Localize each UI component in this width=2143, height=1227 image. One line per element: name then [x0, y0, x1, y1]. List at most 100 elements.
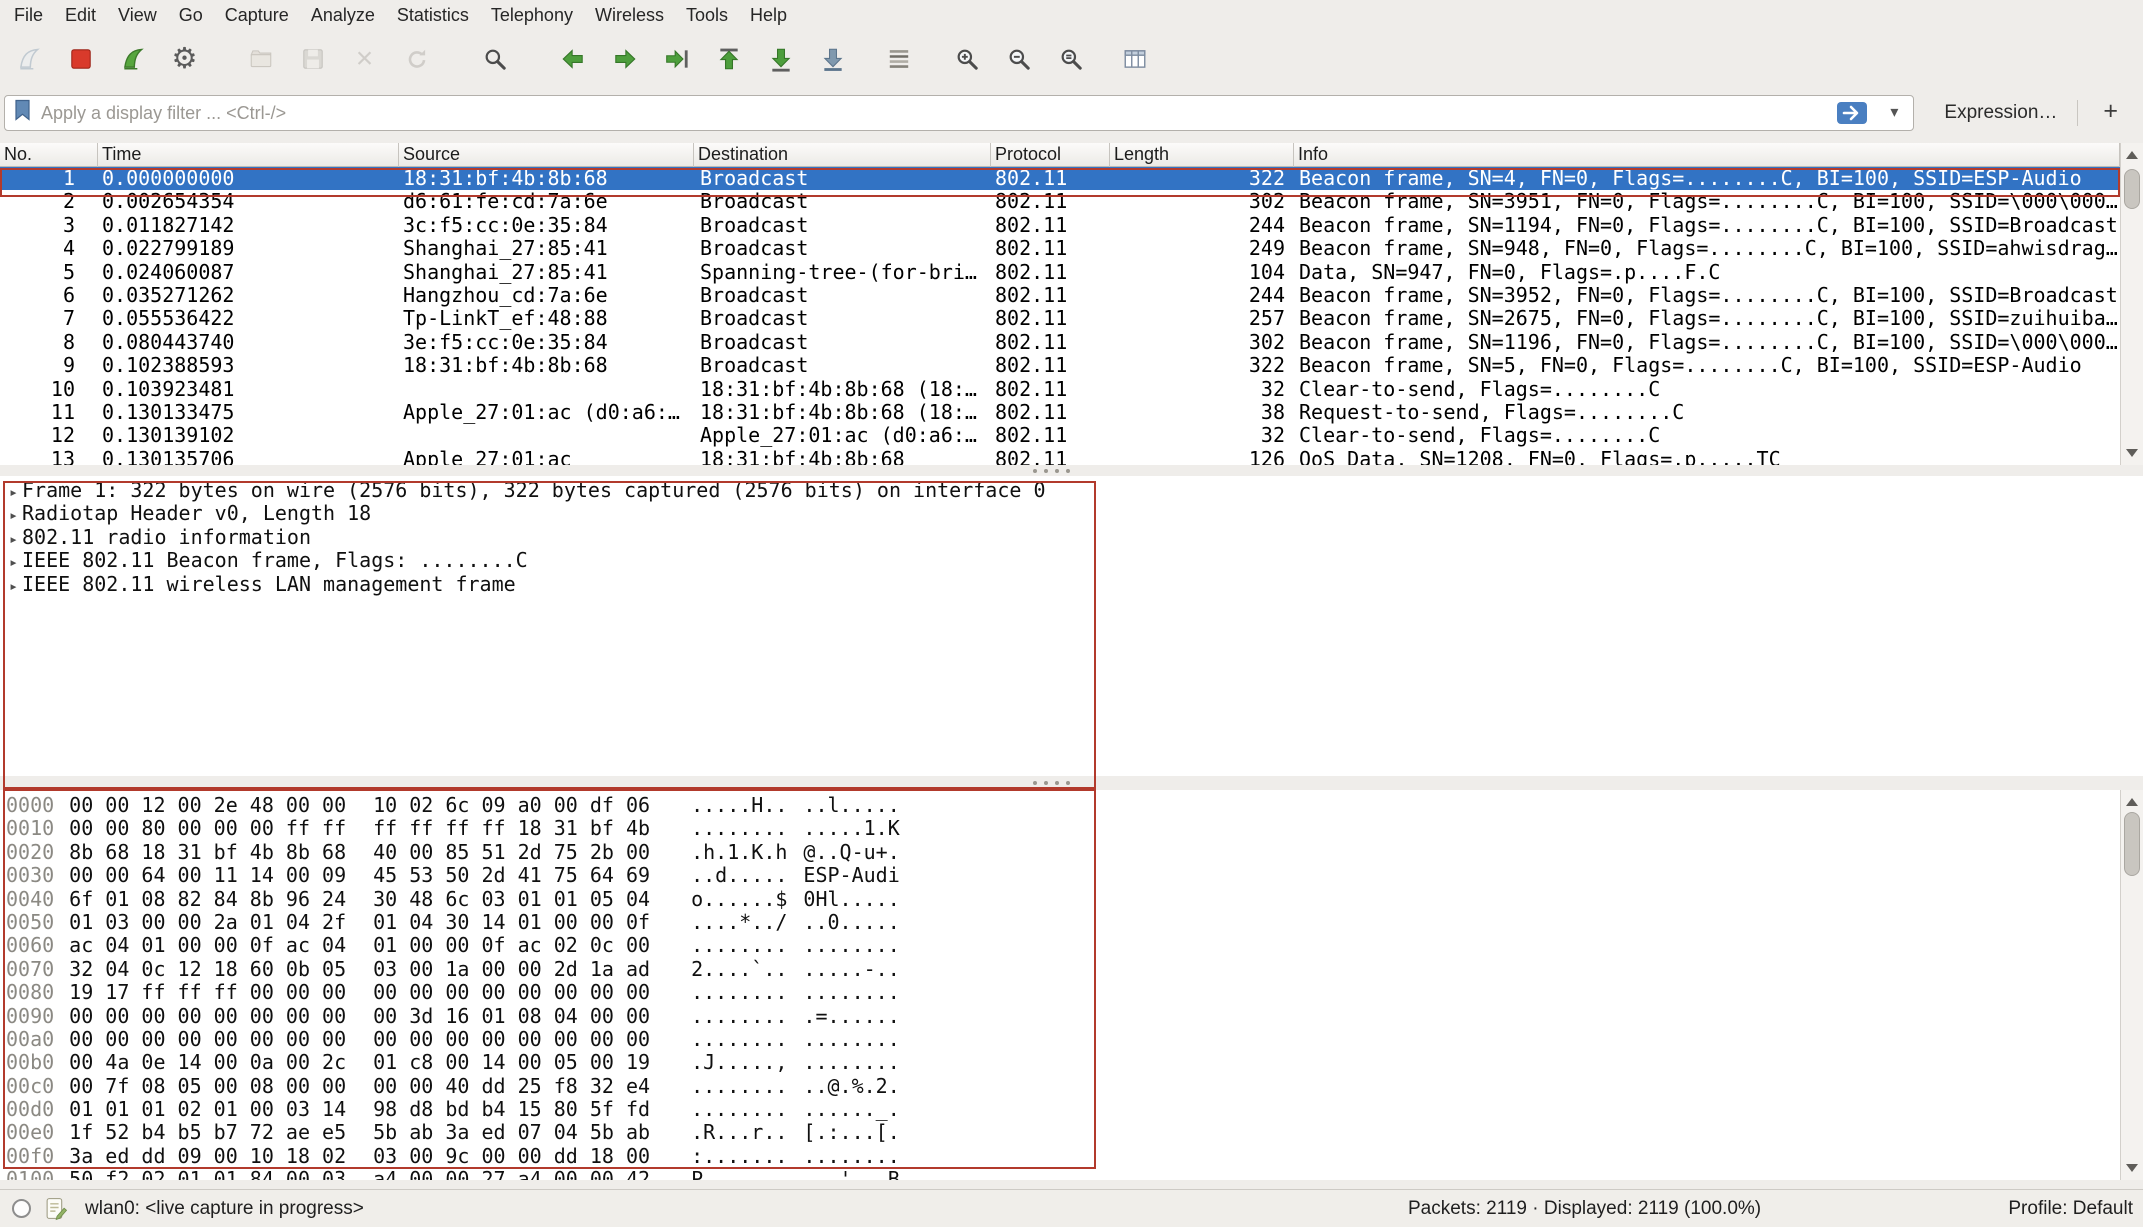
column-header-source[interactable]: Source — [399, 143, 694, 167]
pane-splitter-bottom[interactable] — [0, 776, 2143, 790]
add-filter-button[interactable]: + — [2090, 97, 2131, 130]
auto-scroll-button[interactable] — [809, 37, 856, 81]
hex-row[interactable]: 000000 00 12 00 2e 48 00 0010 02 6c 09 a… — [0, 794, 2143, 817]
go-back-button[interactable] — [549, 37, 596, 81]
column-header-destination[interactable]: Destination — [694, 143, 991, 167]
expression-button[interactable]: Expression… — [1934, 97, 2067, 129]
display-filter-input[interactable] — [41, 103, 1823, 124]
hex-row[interactable]: 007032 04 0c 12 18 60 0b 0503 00 1a 00 0… — [0, 958, 2143, 981]
apply-filter-button[interactable] — [1835, 97, 1869, 129]
colorize-button[interactable] — [875, 37, 922, 81]
detail-row[interactable]: ▸IEEE 802.11 Beacon frame, Flags: ......… — [0, 549, 2143, 572]
scrollbar-thumb[interactable] — [2124, 169, 2140, 209]
expand-triangle-icon[interactable]: ▸ — [0, 481, 22, 504]
go-to-packet-button[interactable] — [653, 37, 700, 81]
scrollbar-thumb[interactable] — [2124, 812, 2140, 876]
filter-dropdown-chevron-icon[interactable]: ▾ — [1881, 97, 1907, 129]
stop-capture-button[interactable] — [57, 37, 104, 81]
packet-row[interactable]: 80.0804437403e:f5:cc:0e:35:84Broadcast80… — [0, 331, 2120, 354]
column-header-info[interactable]: Info — [1294, 143, 2120, 167]
packet-row[interactable]: 90.10238859318:31:bf:4b:8b:68Broadcast80… — [0, 354, 2120, 377]
hex-row[interactable]: 00d001 01 01 02 01 00 03 1498 d8 bd b4 1… — [0, 1098, 2143, 1121]
column-header-no[interactable]: No. — [0, 143, 98, 167]
hex-row[interactable]: 00e01f 52 b4 b5 b7 72 ae e55b ab 3a ed 0… — [0, 1121, 2143, 1144]
hex-row[interactable]: 008019 17 ff ff ff 00 00 0000 00 00 00 0… — [0, 981, 2143, 1004]
menu-go[interactable]: Go — [168, 2, 214, 29]
expand-triangle-icon[interactable]: ▸ — [0, 551, 22, 574]
packet-row[interactable]: 110.130133475Apple_27:01:ac (d0:a6:…18:3… — [0, 401, 2120, 424]
detail-row[interactable]: ▸Frame 1: 322 bytes on wire (2576 bits),… — [0, 479, 2143, 502]
scroll-down-icon[interactable] — [2121, 1158, 2143, 1178]
hex-row[interactable]: 00a000 00 00 00 00 00 00 0000 00 00 00 0… — [0, 1028, 2143, 1051]
packet-row[interactable]: 70.055536422Tp-LinkT_ef:48:88Broadcast80… — [0, 307, 2120, 330]
capture-options-button[interactable]: ⚙ — [161, 37, 208, 81]
menu-statistics[interactable]: Statistics — [386, 2, 480, 29]
go-first-packet-button[interactable] — [705, 37, 752, 81]
profile-label[interactable]: Profile: Default — [2008, 1198, 2133, 1220]
start-capture-button[interactable] — [5, 37, 52, 81]
find-packet-button[interactable] — [471, 37, 518, 81]
bookmark-icon[interactable] — [13, 98, 33, 128]
hex-row[interactable]: 003000 00 64 00 11 14 00 0945 53 50 2d 4… — [0, 864, 2143, 887]
packet-row[interactable]: 30.0118271423c:f5:cc:0e:35:84Broadcast80… — [0, 214, 2120, 237]
close-file-button[interactable]: × — [341, 37, 388, 81]
scroll-up-icon[interactable] — [2121, 145, 2143, 165]
detail-row[interactable]: ▸802.11 radio information — [0, 526, 2143, 549]
restart-capture-button[interactable] — [109, 37, 156, 81]
menu-edit[interactable]: Edit — [54, 2, 107, 29]
packet-row[interactable]: 60.035271262Hangzhou_cd:7a:6eBroadcast80… — [0, 284, 2120, 307]
reload-file-button[interactable] — [393, 37, 440, 81]
menu-tools[interactable]: Tools — [675, 2, 739, 29]
detail-row[interactable]: ▸Radiotap Header v0, Length 18 — [0, 502, 2143, 525]
scroll-down-icon[interactable] — [2121, 443, 2143, 463]
hex-row[interactable]: 001000 00 80 00 00 00 ff ffff ff ff ff 1… — [0, 817, 2143, 840]
column-header-protocol[interactable]: Protocol — [991, 143, 1110, 167]
hex-ascii: .h.1.K.h — [691, 841, 787, 864]
hex-row[interactable]: 009000 00 00 00 00 00 00 0000 3d 16 01 0… — [0, 1005, 2143, 1028]
zoom-out-button[interactable] — [995, 37, 1042, 81]
cell-protocol: 802.11 — [991, 378, 1110, 401]
hex-row[interactable]: 00406f 01 08 82 84 8b 96 2430 48 6c 03 0… — [0, 888, 2143, 911]
menu-capture[interactable]: Capture — [214, 2, 300, 29]
expand-triangle-icon[interactable]: ▸ — [0, 504, 22, 527]
expand-triangle-icon[interactable]: ▸ — [0, 528, 22, 551]
packet-row[interactable]: 100.10392348118:31:bf:4b:8b:68 (18:…802.… — [0, 378, 2120, 401]
menu-help[interactable]: Help — [739, 2, 798, 29]
packet-row[interactable]: 50.024060087Shanghai_27:85:41Spanning-tr… — [0, 261, 2120, 284]
packet-row[interactable]: 120.130139102Apple_27:01:ac (d0:a6:…802.… — [0, 424, 2120, 447]
hex-row[interactable]: 010050 f2 02 01 01 84 00 03a4 00 00 27 a… — [0, 1168, 2143, 1180]
hex-row[interactable]: 00b000 4a 0e 14 00 0a 00 2c01 c8 00 14 0… — [0, 1051, 2143, 1074]
cell-info: Beacon frame, SN=3951, FN=0, Flags=.....… — [1294, 190, 2120, 213]
open-file-button[interactable] — [237, 37, 284, 81]
menu-telephony[interactable]: Telephony — [480, 2, 584, 29]
detail-row[interactable]: ▸IEEE 802.11 wireless LAN management fra… — [0, 573, 2143, 596]
expert-info-icon[interactable] — [44, 1196, 69, 1221]
packet-row[interactable]: 130.130135706Apple_27:01:ac18:31:bf:4b:8… — [0, 448, 2120, 465]
resize-columns-button[interactable] — [1111, 37, 1158, 81]
go-forward-button[interactable] — [601, 37, 648, 81]
packet-list-scrollbar[interactable] — [2120, 143, 2143, 465]
capture-status-icon[interactable] — [12, 1199, 31, 1218]
zoom-reset-button[interactable] — [1047, 37, 1094, 81]
scroll-up-icon[interactable] — [2121, 792, 2143, 812]
hex-row[interactable]: 00c000 7f 08 05 00 08 00 0000 00 40 dd 2… — [0, 1075, 2143, 1098]
go-last-packet-button[interactable] — [757, 37, 804, 81]
bytes-scrollbar[interactable] — [2120, 790, 2143, 1180]
pane-splitter-top[interactable] — [0, 465, 2143, 476]
hex-row[interactable]: 0060ac 04 01 00 00 0f ac 0401 00 00 0f a… — [0, 934, 2143, 957]
expand-triangle-icon[interactable]: ▸ — [0, 575, 22, 598]
menu-wireless[interactable]: Wireless — [584, 2, 675, 29]
column-header-time[interactable]: Time — [98, 143, 399, 167]
menu-file[interactable]: File — [3, 2, 54, 29]
save-file-button[interactable] — [289, 37, 336, 81]
column-header-length[interactable]: Length — [1110, 143, 1294, 167]
hex-row[interactable]: 00f03a ed dd 09 00 10 18 0203 00 9c 00 0… — [0, 1145, 2143, 1168]
hex-row[interactable]: 005001 03 00 00 2a 01 04 2f01 04 30 14 0… — [0, 911, 2143, 934]
zoom-in-button[interactable] — [943, 37, 990, 81]
menu-analyze[interactable]: Analyze — [300, 2, 386, 29]
hex-row[interactable]: 00208b 68 18 31 bf 4b 8b 6840 00 85 51 2… — [0, 841, 2143, 864]
packet-row[interactable]: 20.002654354d6:61:fe:cd:7a:6eBroadcast80… — [0, 190, 2120, 213]
menu-view[interactable]: View — [107, 2, 168, 29]
packet-row[interactable]: 40.022799189Shanghai_27:85:41Broadcast80… — [0, 237, 2120, 260]
packet-row[interactable]: 10.00000000018:31:bf:4b:8b:68Broadcast80… — [0, 167, 2120, 190]
